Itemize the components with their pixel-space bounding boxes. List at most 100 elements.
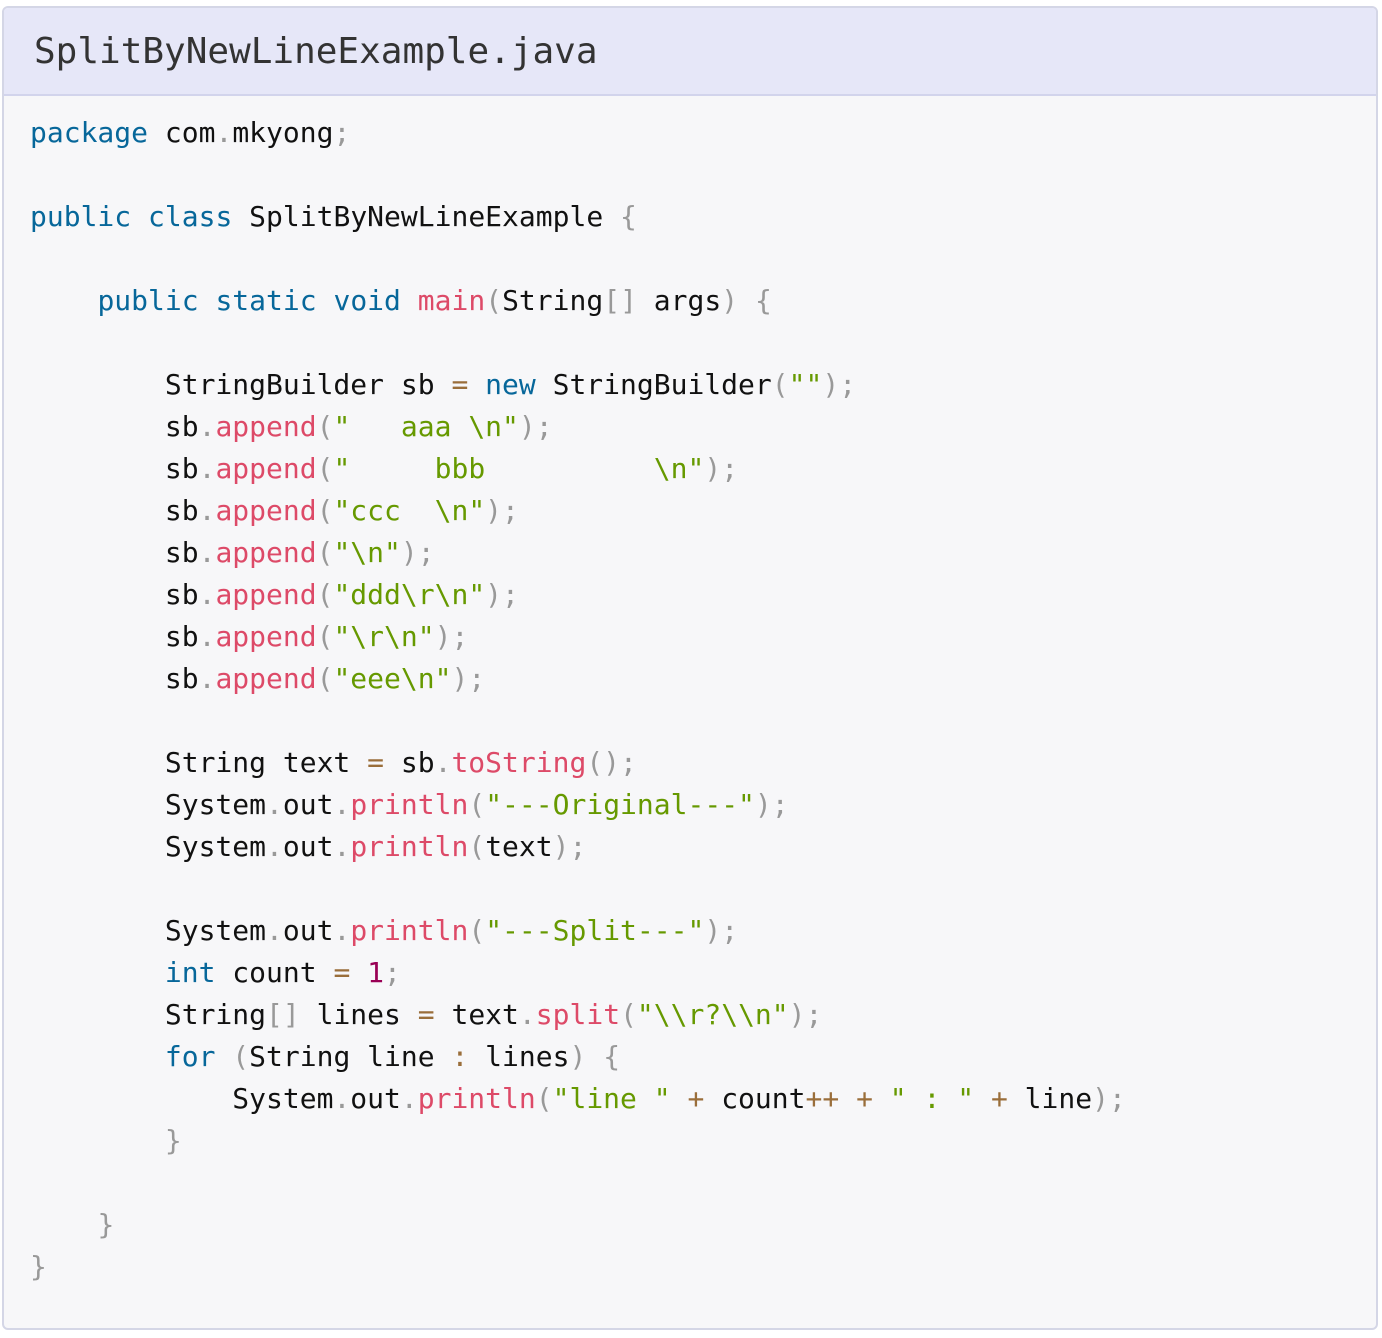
code-token-txt: args: [636, 284, 722, 317]
code-block: SplitByNewLineExample.java package com.m…: [2, 6, 1378, 1330]
code-token-str: "eee\n": [333, 662, 452, 695]
code-token-punc: ): [721, 284, 739, 317]
code-line: public class SplitByNewLineExample {: [30, 196, 1376, 238]
code-token-punc: .: [198, 494, 216, 527]
code-content[interactable]: package com.mkyong; public class SplitBy…: [4, 96, 1376, 1288]
code-token-str: "": [788, 368, 823, 401]
code-token-kw: void: [333, 284, 401, 317]
code-token-txt: sb: [30, 536, 199, 569]
code-token-txt: text: [434, 998, 519, 1031]
code-token-txt: out: [282, 830, 334, 863]
code-line: }: [30, 1246, 1376, 1288]
code-token-punc: .: [434, 746, 452, 779]
code-token-punc: ): [485, 494, 503, 527]
code-token-str: " bbb \n": [333, 452, 705, 485]
code-token-punc: (: [316, 662, 334, 695]
code-token-punc: ;: [805, 998, 823, 1031]
code-token-punc: .: [266, 914, 283, 947]
code-token-punc: ): [788, 998, 806, 1031]
code-token-punc: .: [198, 452, 216, 485]
code-token-txt: sb: [384, 746, 435, 779]
code-token-txt: String text: [30, 746, 368, 779]
code-token-punc: .: [333, 1082, 351, 1115]
code-token-str: "ccc \n": [333, 494, 486, 527]
code-token-punc: ;: [502, 578, 519, 611]
code-line: public static void main(String[] args) {: [30, 280, 1376, 322]
code-token-punc: ): [434, 620, 452, 653]
code-token-txt: text: [485, 830, 553, 863]
code-token-txt: sb: [30, 494, 199, 527]
code-token-op: +: [990, 1082, 1008, 1115]
code-token-str: " : ": [889, 1082, 975, 1115]
code-token-punc: .: [266, 830, 283, 863]
code-token-punc: ;: [384, 956, 401, 989]
code-token-fn: append: [215, 410, 317, 443]
code-token-txt: System: [30, 830, 267, 863]
code-line: int count = 1;: [30, 952, 1376, 994]
code-line: }: [30, 1204, 1376, 1246]
code-token-punc: (: [485, 284, 503, 317]
code-token-punc: ): [451, 662, 469, 695]
code-token-txt: String: [502, 284, 604, 317]
code-token-punc: {: [620, 200, 637, 233]
code-token-punc: ): [704, 452, 722, 485]
code-token-kw: public: [97, 284, 199, 317]
code-line: System.out.println("line " + count++ + "…: [30, 1078, 1376, 1120]
code-token-str: "\r\n": [333, 620, 435, 653]
code-token-txt: sb: [30, 578, 199, 611]
code-token-txt: StringBuilder: [535, 368, 772, 401]
code-token-txt: sb: [30, 410, 199, 443]
code-token-op: :: [451, 1040, 469, 1073]
code-line: sb.append("ccc \n");: [30, 490, 1376, 532]
code-token-fn: append: [215, 494, 317, 527]
code-token-punc: ): [704, 914, 722, 947]
code-token-punc: }: [30, 1250, 47, 1283]
code-line: sb.append("\r\n");: [30, 616, 1376, 658]
code-token-op: =: [451, 368, 469, 401]
code-token-punc: (: [316, 620, 334, 653]
code-token-txt: mkyong: [232, 116, 334, 149]
code-token-fn: main: [417, 284, 486, 317]
file-name-header: SplitByNewLineExample.java: [4, 8, 1376, 96]
code-token-punc: (: [468, 830, 486, 863]
code-token-txt: SplitByNewLineExample: [232, 200, 621, 233]
code-token-punc: ): [485, 578, 503, 611]
code-token-op: =: [367, 746, 385, 779]
code-token-fn: println: [350, 914, 469, 947]
code-token-txt: String line: [249, 1040, 452, 1073]
code-token-punc: []: [266, 998, 300, 1031]
code-token-punc: ;: [333, 116, 351, 149]
code-token-fn: split: [535, 998, 621, 1031]
code-line: System.out.println("---Original---");: [30, 784, 1376, 826]
code-token-op: =: [333, 956, 351, 989]
code-token-punc: (: [535, 1082, 553, 1115]
code-token-punc: ;: [721, 914, 739, 947]
code-token-txt: out: [282, 914, 334, 947]
code-token-punc: (: [620, 998, 637, 1031]
code-token-num: 1: [367, 956, 385, 989]
code-token-txt: com: [148, 116, 216, 149]
code-token-punc: (: [232, 1040, 250, 1073]
code-token-fn: append: [215, 578, 317, 611]
code-token-str: "ddd\r\n": [333, 578, 486, 611]
code-token-punc: .: [198, 662, 216, 695]
code-token-txt: count: [215, 956, 334, 989]
code-line: }: [30, 1120, 1376, 1162]
code-token-punc: .: [400, 1082, 418, 1115]
code-token-op: +: [856, 1082, 873, 1115]
code-token-punc: (: [316, 410, 334, 443]
code-token-punc: .: [333, 830, 351, 863]
